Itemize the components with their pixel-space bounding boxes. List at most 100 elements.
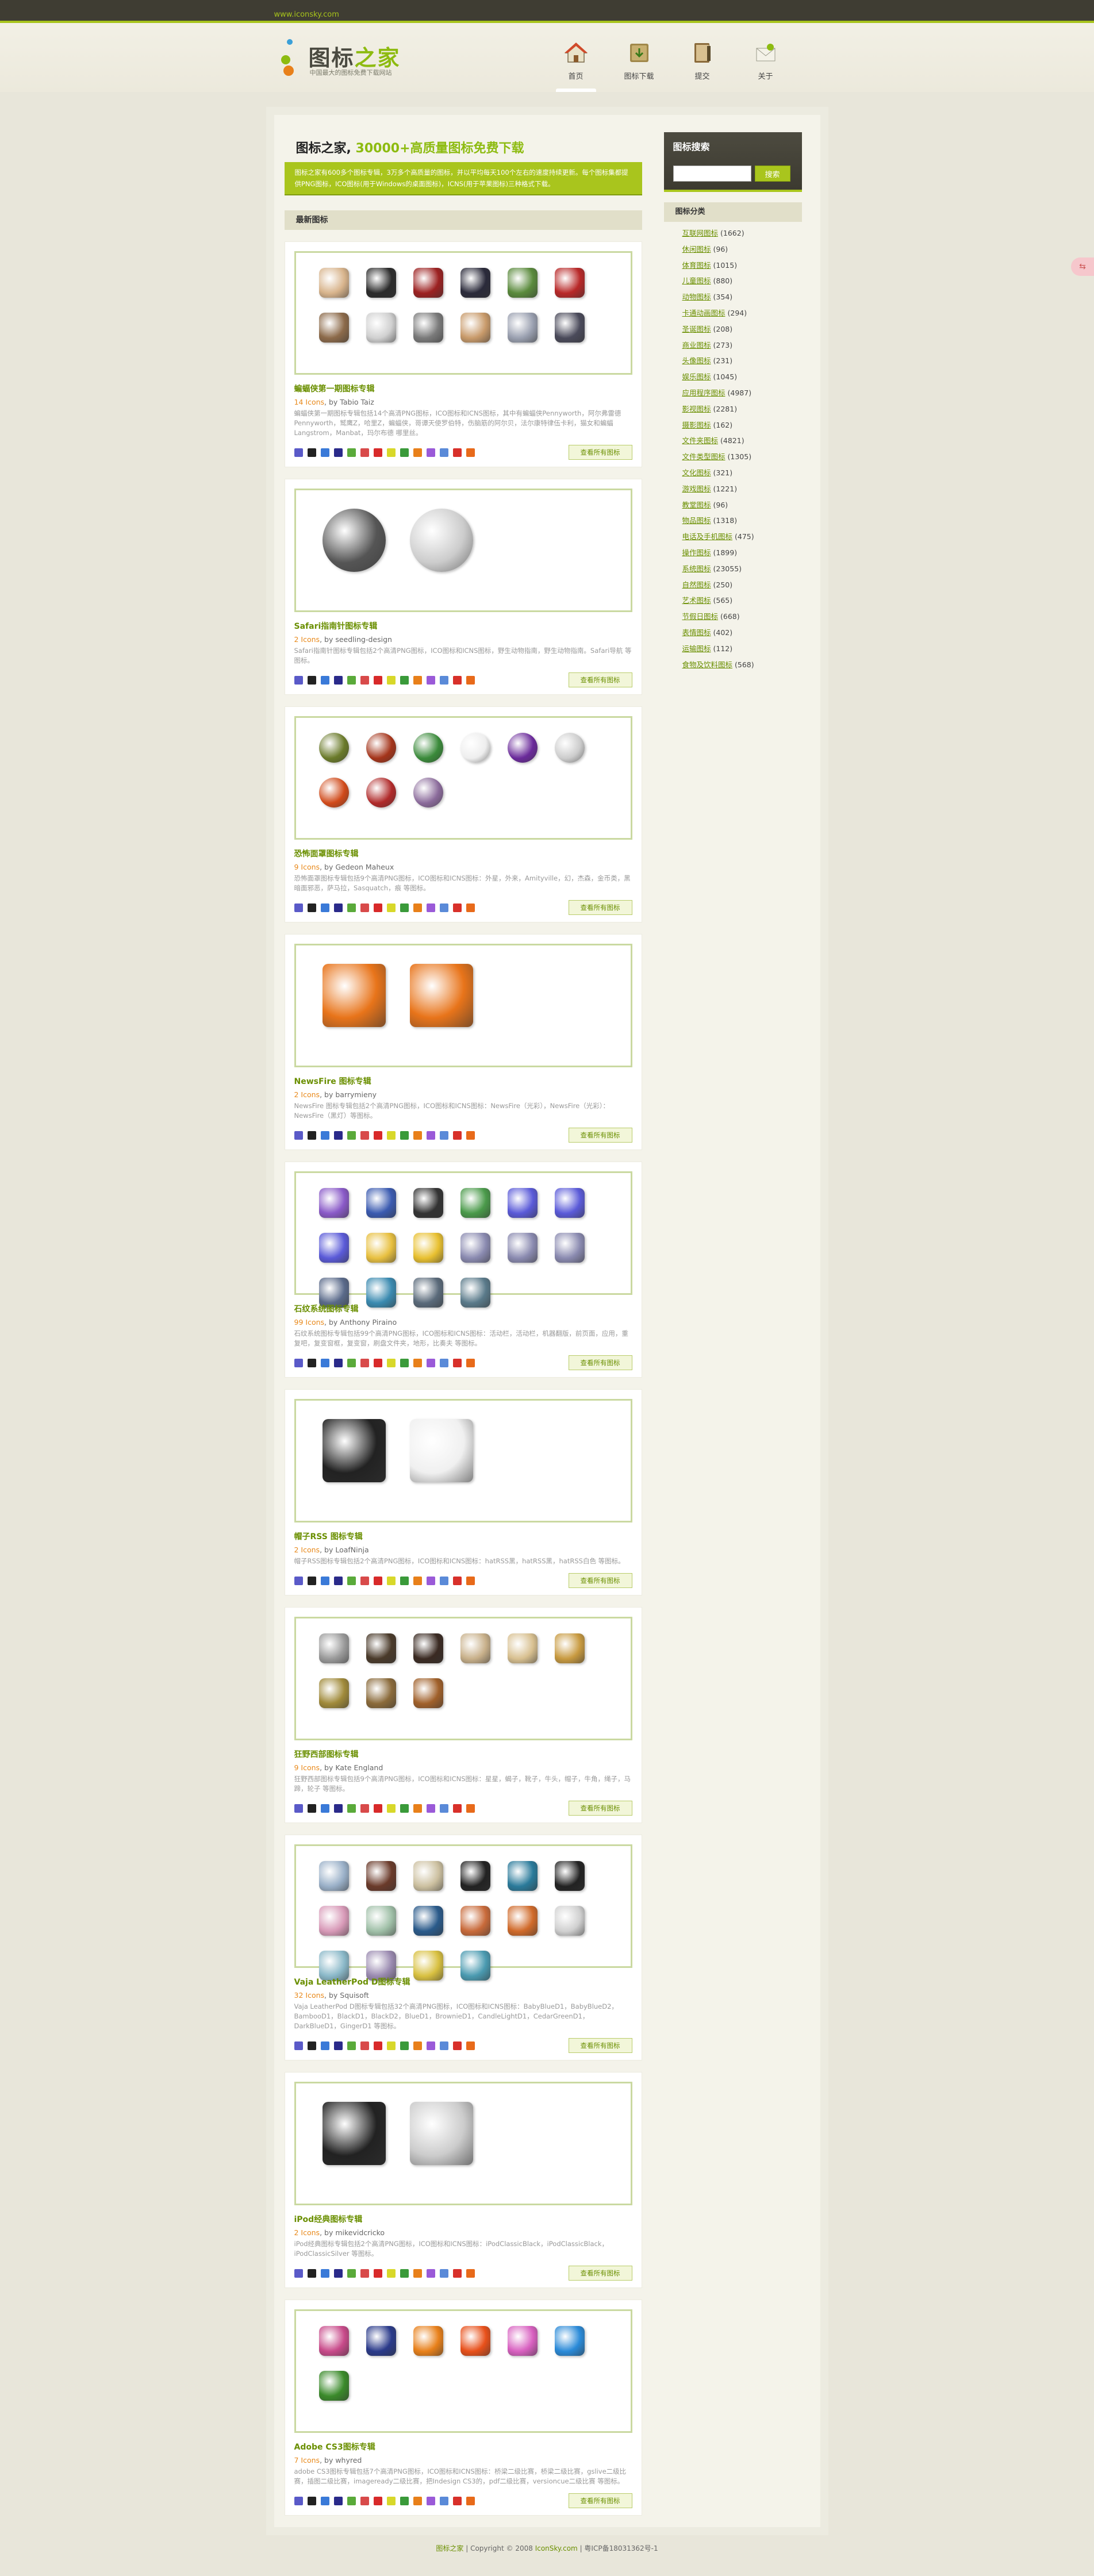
share-service-icon[interactable] (466, 1131, 475, 1140)
category-link[interactable]: 运输图标 (682, 644, 711, 653)
share-service-icon[interactable] (347, 1131, 356, 1140)
share-side-tab[interactable]: ⇆ (1071, 257, 1094, 276)
share-service-icon[interactable] (294, 1131, 303, 1140)
share-service-icon[interactable] (373, 1576, 382, 1585)
share-service-icon[interactable] (386, 2496, 396, 2505)
category-link[interactable]: 文件类型图标 (682, 452, 726, 461)
icon-set-preview[interactable] (294, 1399, 632, 1522)
icon-set-preview[interactable] (294, 1617, 632, 1740)
share-service-icon[interactable] (333, 448, 343, 457)
footer-site-link[interactable]: 图标之家 (436, 2544, 463, 2552)
share-service-icon[interactable] (466, 675, 475, 685)
site-logo[interactable]: 图标之家 中国最大的图标免费下载网站 (280, 38, 429, 78)
category-link[interactable]: 物品图标 (682, 516, 711, 525)
share-service-icon[interactable] (426, 903, 435, 912)
share-service-icon[interactable] (360, 675, 369, 685)
share-service-icon[interactable] (294, 1358, 303, 1367)
category-link[interactable]: 卡通动画图标 (682, 309, 726, 317)
category-link[interactable]: 娱乐图标 (682, 372, 711, 381)
share-service-icon[interactable] (320, 448, 329, 457)
site-url-link[interactable]: www.iconsky.com (274, 10, 339, 19)
category-link[interactable]: 动物图标 (682, 293, 711, 301)
category-link[interactable]: 商业图标 (682, 341, 711, 349)
category-link[interactable]: 影视图标 (682, 405, 711, 413)
icon-set-title[interactable]: 狂野西部图标专辑 (294, 1748, 632, 1760)
share-service-icon[interactable] (466, 448, 475, 457)
share-service-icon[interactable] (400, 1358, 409, 1367)
view-all-icons-button[interactable]: 查看所有图标 (568, 1801, 632, 1816)
share-service-icon[interactable] (386, 2041, 396, 2050)
share-service-icon[interactable] (400, 2269, 409, 2278)
share-service-icon[interactable] (413, 448, 422, 457)
share-service-icon[interactable] (452, 1576, 462, 1585)
share-service-icon[interactable] (360, 2041, 369, 2050)
share-service-icon[interactable] (294, 1576, 303, 1585)
share-service-icon[interactable] (466, 2041, 475, 2050)
share-service-icon[interactable] (347, 1576, 356, 1585)
share-service-icon[interactable] (294, 903, 303, 912)
icon-set-title[interactable]: Adobe CS3图标专辑 (294, 2441, 632, 2452)
category-link[interactable]: 休闲图标 (682, 245, 711, 253)
share-service-icon[interactable] (294, 448, 303, 457)
share-service-icon[interactable] (439, 1131, 448, 1140)
category-link[interactable]: 圣诞图标 (682, 325, 711, 333)
category-link[interactable]: 节假日图标 (682, 612, 719, 621)
icon-set-preview[interactable] (294, 944, 632, 1067)
share-service-icon[interactable] (347, 903, 356, 912)
share-service-icon[interactable] (413, 1358, 422, 1367)
share-service-icon[interactable] (307, 448, 316, 457)
share-service-icon[interactable] (294, 2496, 303, 2505)
share-service-icon[interactable] (320, 675, 329, 685)
category-link[interactable]: 摄影图标 (682, 421, 711, 429)
share-service-icon[interactable] (386, 675, 396, 685)
share-service-icon[interactable] (452, 2269, 462, 2278)
share-service-icon[interactable] (439, 2269, 448, 2278)
category-link[interactable]: 系统图标 (682, 564, 711, 573)
share-service-icon[interactable] (400, 2496, 409, 2505)
nav-about[interactable]: 关于 (734, 40, 797, 92)
share-service-icon[interactable] (439, 448, 448, 457)
share-service-icon[interactable] (466, 1358, 475, 1367)
share-service-icon[interactable] (347, 1804, 356, 1813)
icon-set-title[interactable]: 恐怖面罩图标专辑 (294, 848, 632, 859)
share-service-icon[interactable] (413, 2041, 422, 2050)
share-service-icon[interactable] (307, 1131, 316, 1140)
category-link[interactable]: 文化图标 (682, 468, 711, 477)
share-service-icon[interactable] (466, 2496, 475, 2505)
share-service-icon[interactable] (307, 2041, 316, 2050)
share-service-icon[interactable] (373, 1131, 382, 1140)
share-service-icon[interactable] (333, 2496, 343, 2505)
share-service-icon[interactable] (452, 2041, 462, 2050)
share-service-icon[interactable] (439, 2496, 448, 2505)
category-link[interactable]: 头像图标 (682, 356, 711, 365)
share-service-icon[interactable] (347, 1358, 356, 1367)
search-input[interactable] (673, 166, 751, 182)
share-service-icon[interactable] (333, 675, 343, 685)
share-service-icon[interactable] (439, 1576, 448, 1585)
category-link[interactable]: 互联网图标 (682, 229, 719, 237)
share-service-icon[interactable] (307, 1358, 316, 1367)
category-link[interactable]: 表情图标 (682, 628, 711, 637)
share-service-icon[interactable] (466, 903, 475, 912)
share-service-icon[interactable] (373, 2269, 382, 2278)
share-service-icon[interactable] (413, 2496, 422, 2505)
share-service-icon[interactable] (426, 2041, 435, 2050)
share-service-icon[interactable] (347, 2496, 356, 2505)
share-service-icon[interactable] (439, 903, 448, 912)
share-service-icon[interactable] (347, 2041, 356, 2050)
category-link[interactable]: 体育图标 (682, 261, 711, 270)
share-service-icon[interactable] (333, 1131, 343, 1140)
view-all-icons-button[interactable]: 查看所有图标 (568, 900, 632, 915)
icon-set-title[interactable]: Safari指南针图标专辑 (294, 620, 632, 632)
icon-set-title[interactable]: 帽子RSS 图标专辑 (294, 1531, 632, 1542)
share-service-icon[interactable] (413, 903, 422, 912)
share-service-icon[interactable] (426, 1576, 435, 1585)
share-service-icon[interactable] (439, 675, 448, 685)
share-service-icon[interactable] (294, 2269, 303, 2278)
share-service-icon[interactable] (400, 1576, 409, 1585)
share-service-icon[interactable] (400, 1804, 409, 1813)
share-service-icon[interactable] (439, 2041, 448, 2050)
share-service-icon[interactable] (360, 1358, 369, 1367)
share-service-icon[interactable] (347, 2269, 356, 2278)
share-service-icon[interactable] (360, 2269, 369, 2278)
